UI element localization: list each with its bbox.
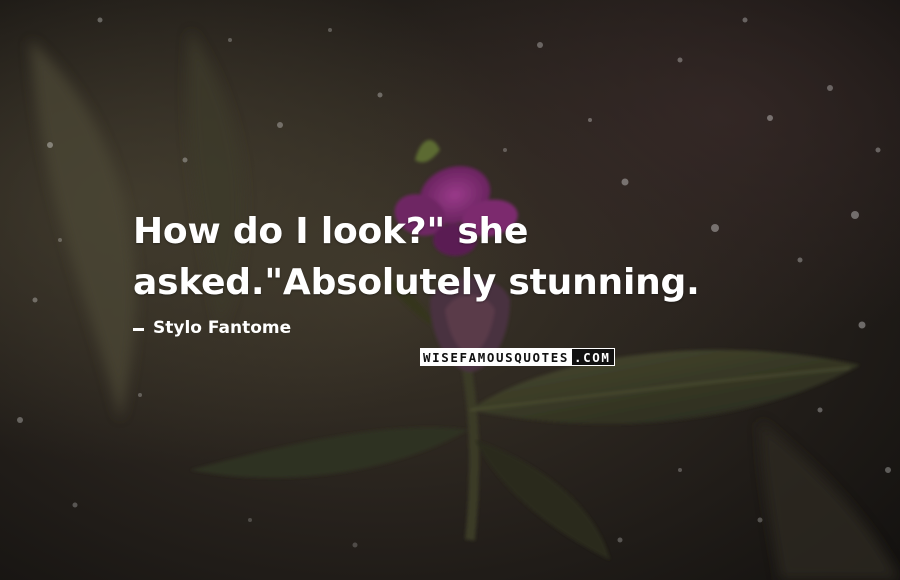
watermark-brand: WISEFAMOUSQUOTES <box>420 348 573 366</box>
watermark-suffix: .COM <box>572 348 615 366</box>
quote-line-1: How do I look?" she <box>133 211 529 252</box>
quote-line-2: asked."Absolutely stunning. <box>133 262 700 303</box>
watermark-logo: WISEFAMOUSQUOTES .COM <box>420 348 620 366</box>
dash-icon <box>133 327 144 331</box>
author-attribution: Stylo Fantome <box>133 316 291 340</box>
author-name: Stylo Fantome <box>153 318 292 338</box>
quote-text: How do I look?" she asked."Absolutely st… <box>133 206 833 308</box>
